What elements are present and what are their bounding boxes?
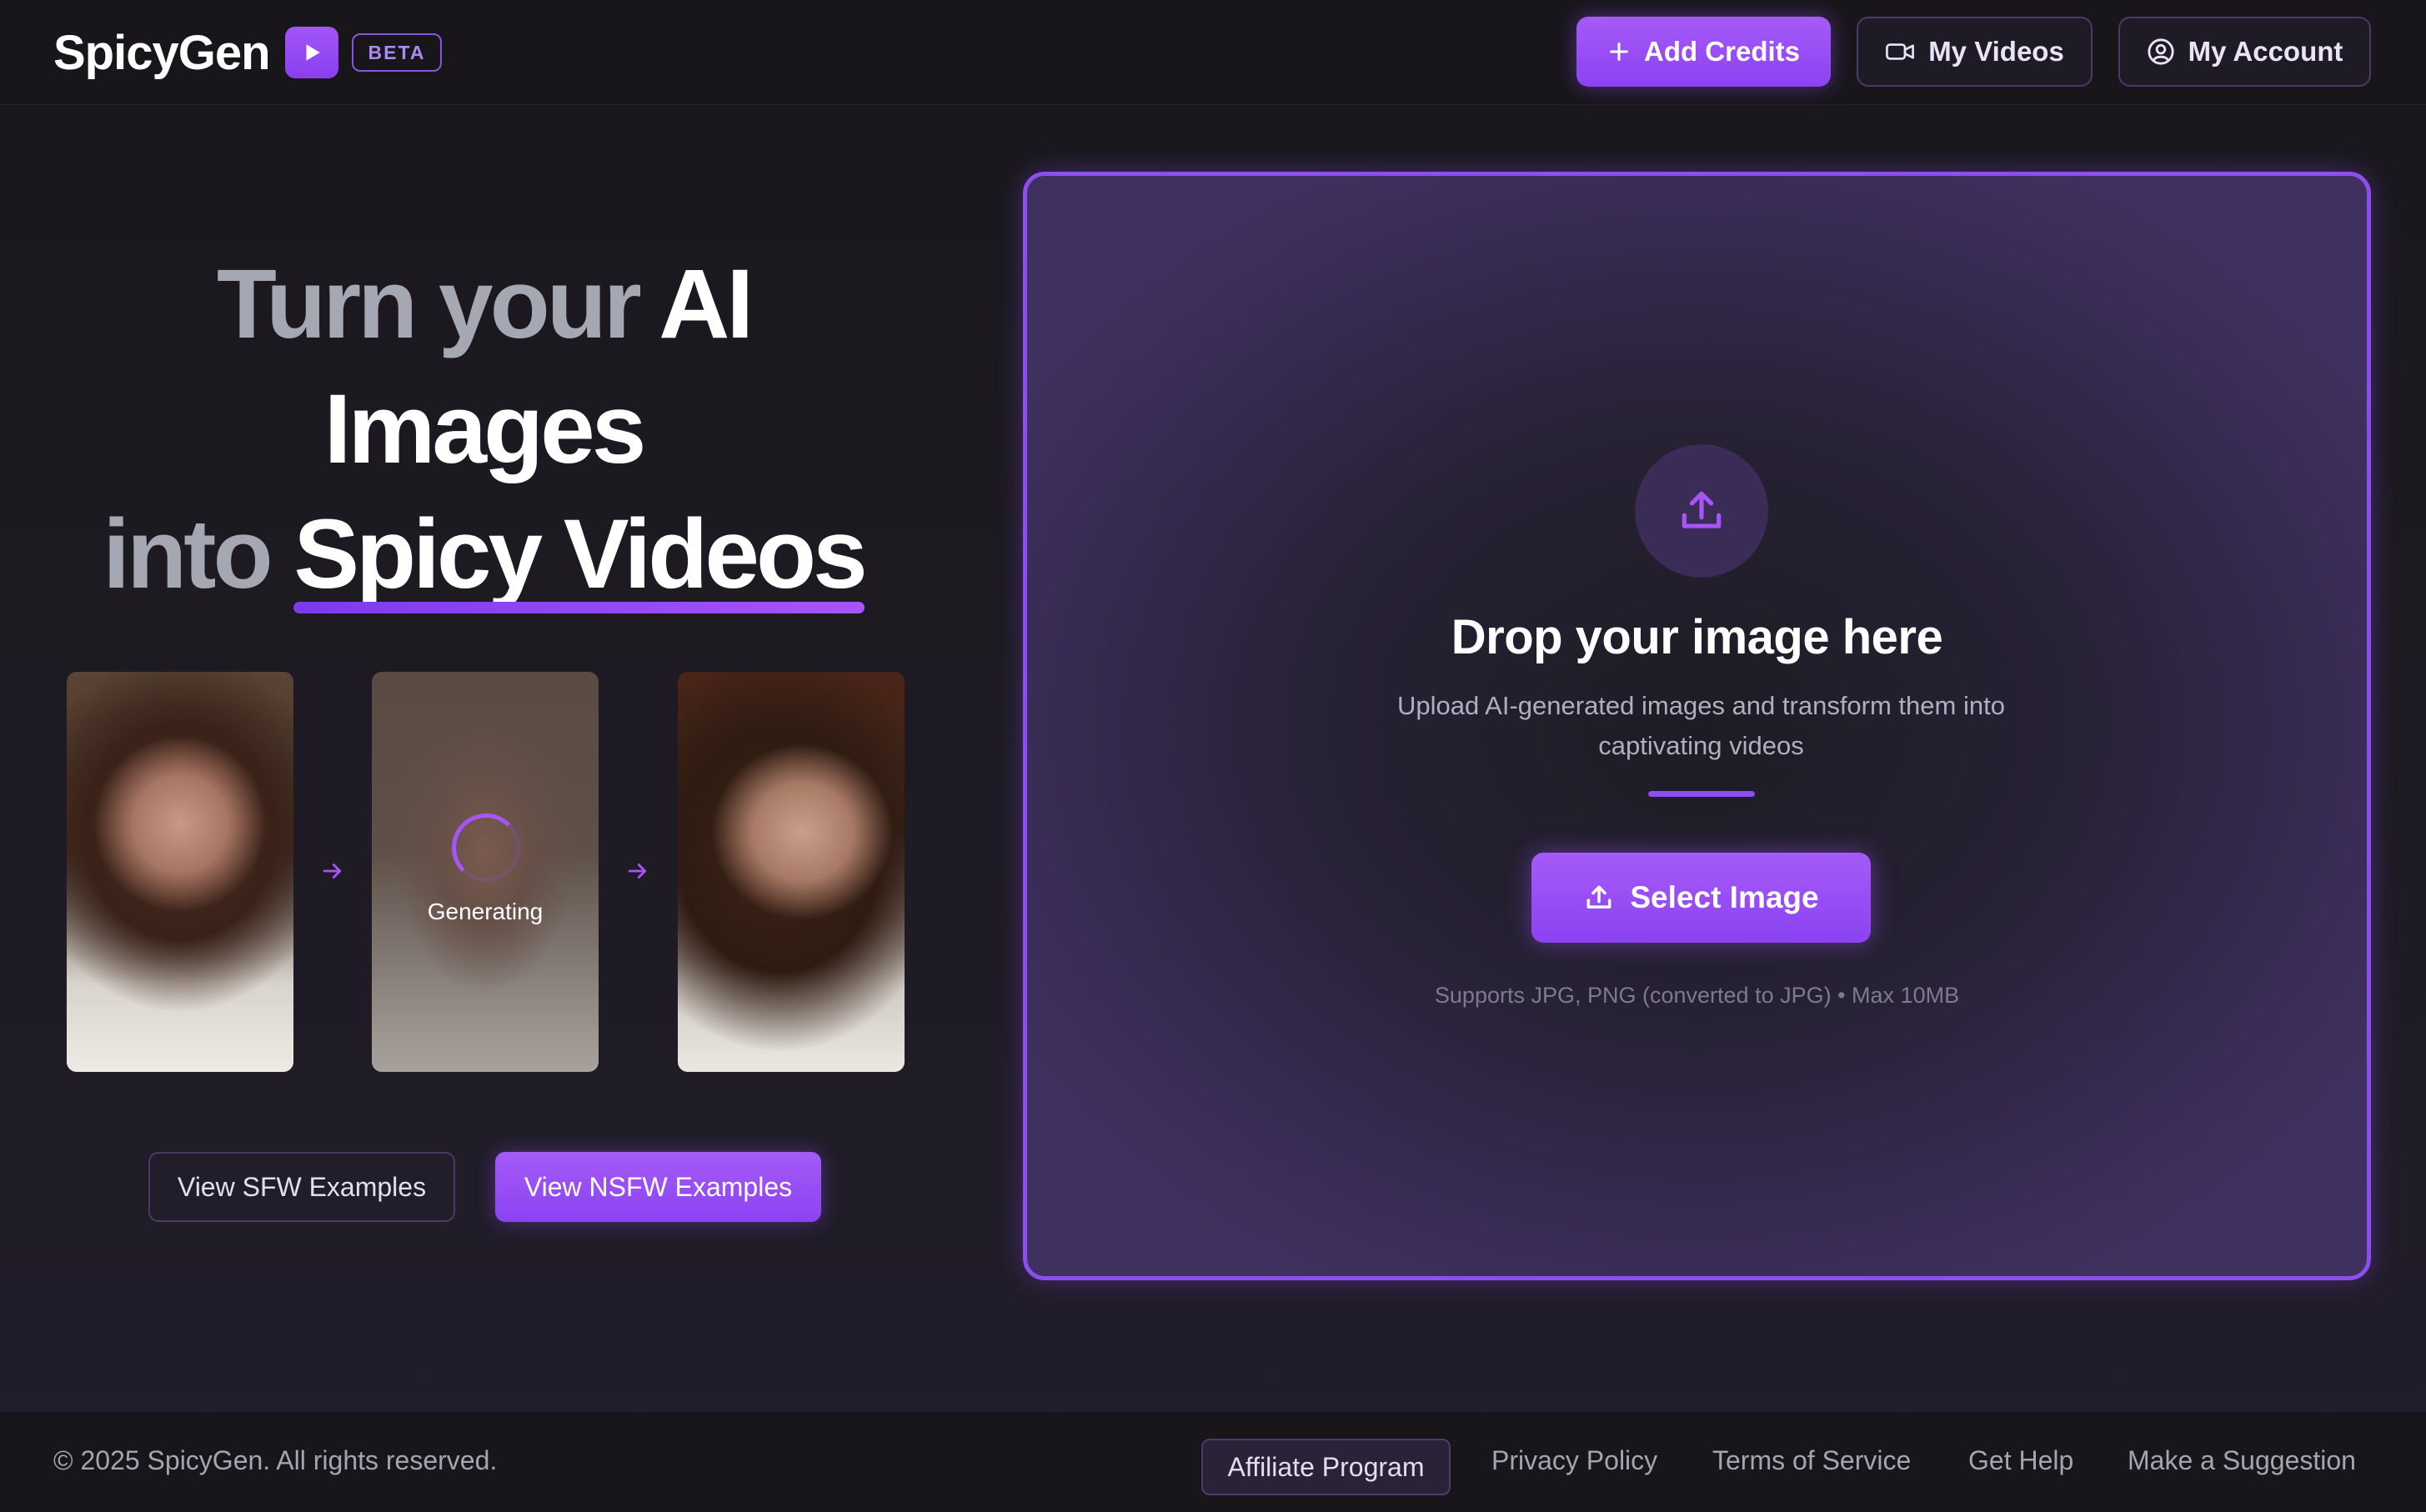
video-camera-icon [1886,43,1915,60]
image-drop-zone[interactable]: Drop your image here Upload AI-generated… [1023,172,2371,1280]
select-image-button[interactable]: Select Image [1531,853,1871,943]
brand-logo[interactable]: SpicyGen BETA [53,23,443,82]
copyright-text: © 2025 SpicyGen. All rights reserved. [53,1445,498,1475]
example-generating-image: Generating [372,672,599,1072]
plus-icon [1610,43,1628,61]
portrait-photo [67,672,293,1072]
divider [1648,791,1755,797]
terms-of-service-link[interactable]: Terms of Service [1712,1445,1911,1476]
headline-muted-text: Turn your [216,249,659,359]
upload-icon [1635,444,1768,578]
my-account-label: My Account [2188,36,2343,67]
play-icon [284,27,338,78]
top-navigation: SpicyGen BETA Add Credits My Videos My A… [0,0,2426,105]
headline-line-1: Turn your AI [50,242,917,367]
my-account-button[interactable]: My Account [2118,17,2371,87]
my-videos-label: My Videos [1928,36,2064,67]
make-a-suggestion-link[interactable]: Make a Suggestion [2128,1445,2356,1476]
user-circle-icon [2148,38,2174,65]
headline-bright-text: AI [659,249,754,359]
add-credits-label: Add Credits [1643,36,1800,67]
upload-icon [1586,885,1611,909]
arrow-right-icon [323,864,342,879]
headline-line-3: into Spicy Videos [50,492,917,617]
view-sfw-examples-button[interactable]: View SFW Examples [148,1152,455,1222]
arrow-right-icon [628,864,647,879]
headline-muted-text: into [103,499,294,609]
page: SpicyGen BETA Add Credits My Videos My A… [0,0,2426,1512]
supported-formats-hint: Supports JPG, PNG (converted to JPG) • M… [1434,983,1960,1008]
example-source-image [67,672,293,1072]
brand-name: SpicyGen [53,25,271,80]
beta-badge: BETA [351,33,443,72]
footer: © 2025 SpicyGen. All rights reserved. Af… [0,1412,2426,1512]
headline-line-2: Images [323,374,647,484]
affiliate-program-link[interactable]: Affiliate Program [1201,1439,1451,1495]
headline-highlight: Spicy Videos [293,492,868,617]
drop-zone-title: Drop your image here [1451,610,1943,664]
loading-spinner [452,814,520,882]
add-credits-button[interactable]: Add Credits [1576,17,1831,87]
example-result-image [678,672,905,1072]
my-videos-button[interactable]: My Videos [1857,17,2093,87]
view-nsfw-examples-button[interactable]: View NSFW Examples [495,1152,821,1222]
get-help-link[interactable]: Get Help [1968,1445,2073,1476]
generating-label: Generating [427,899,544,924]
portrait-photo [678,672,905,1072]
privacy-policy-link[interactable]: Privacy Policy [1491,1445,1657,1476]
select-image-label: Select Image [1630,880,1819,914]
hero-headline: Turn your AI Images into Spicy Videos [50,242,917,617]
drop-zone-description: Upload AI-generated images and transform… [1397,691,2005,760]
